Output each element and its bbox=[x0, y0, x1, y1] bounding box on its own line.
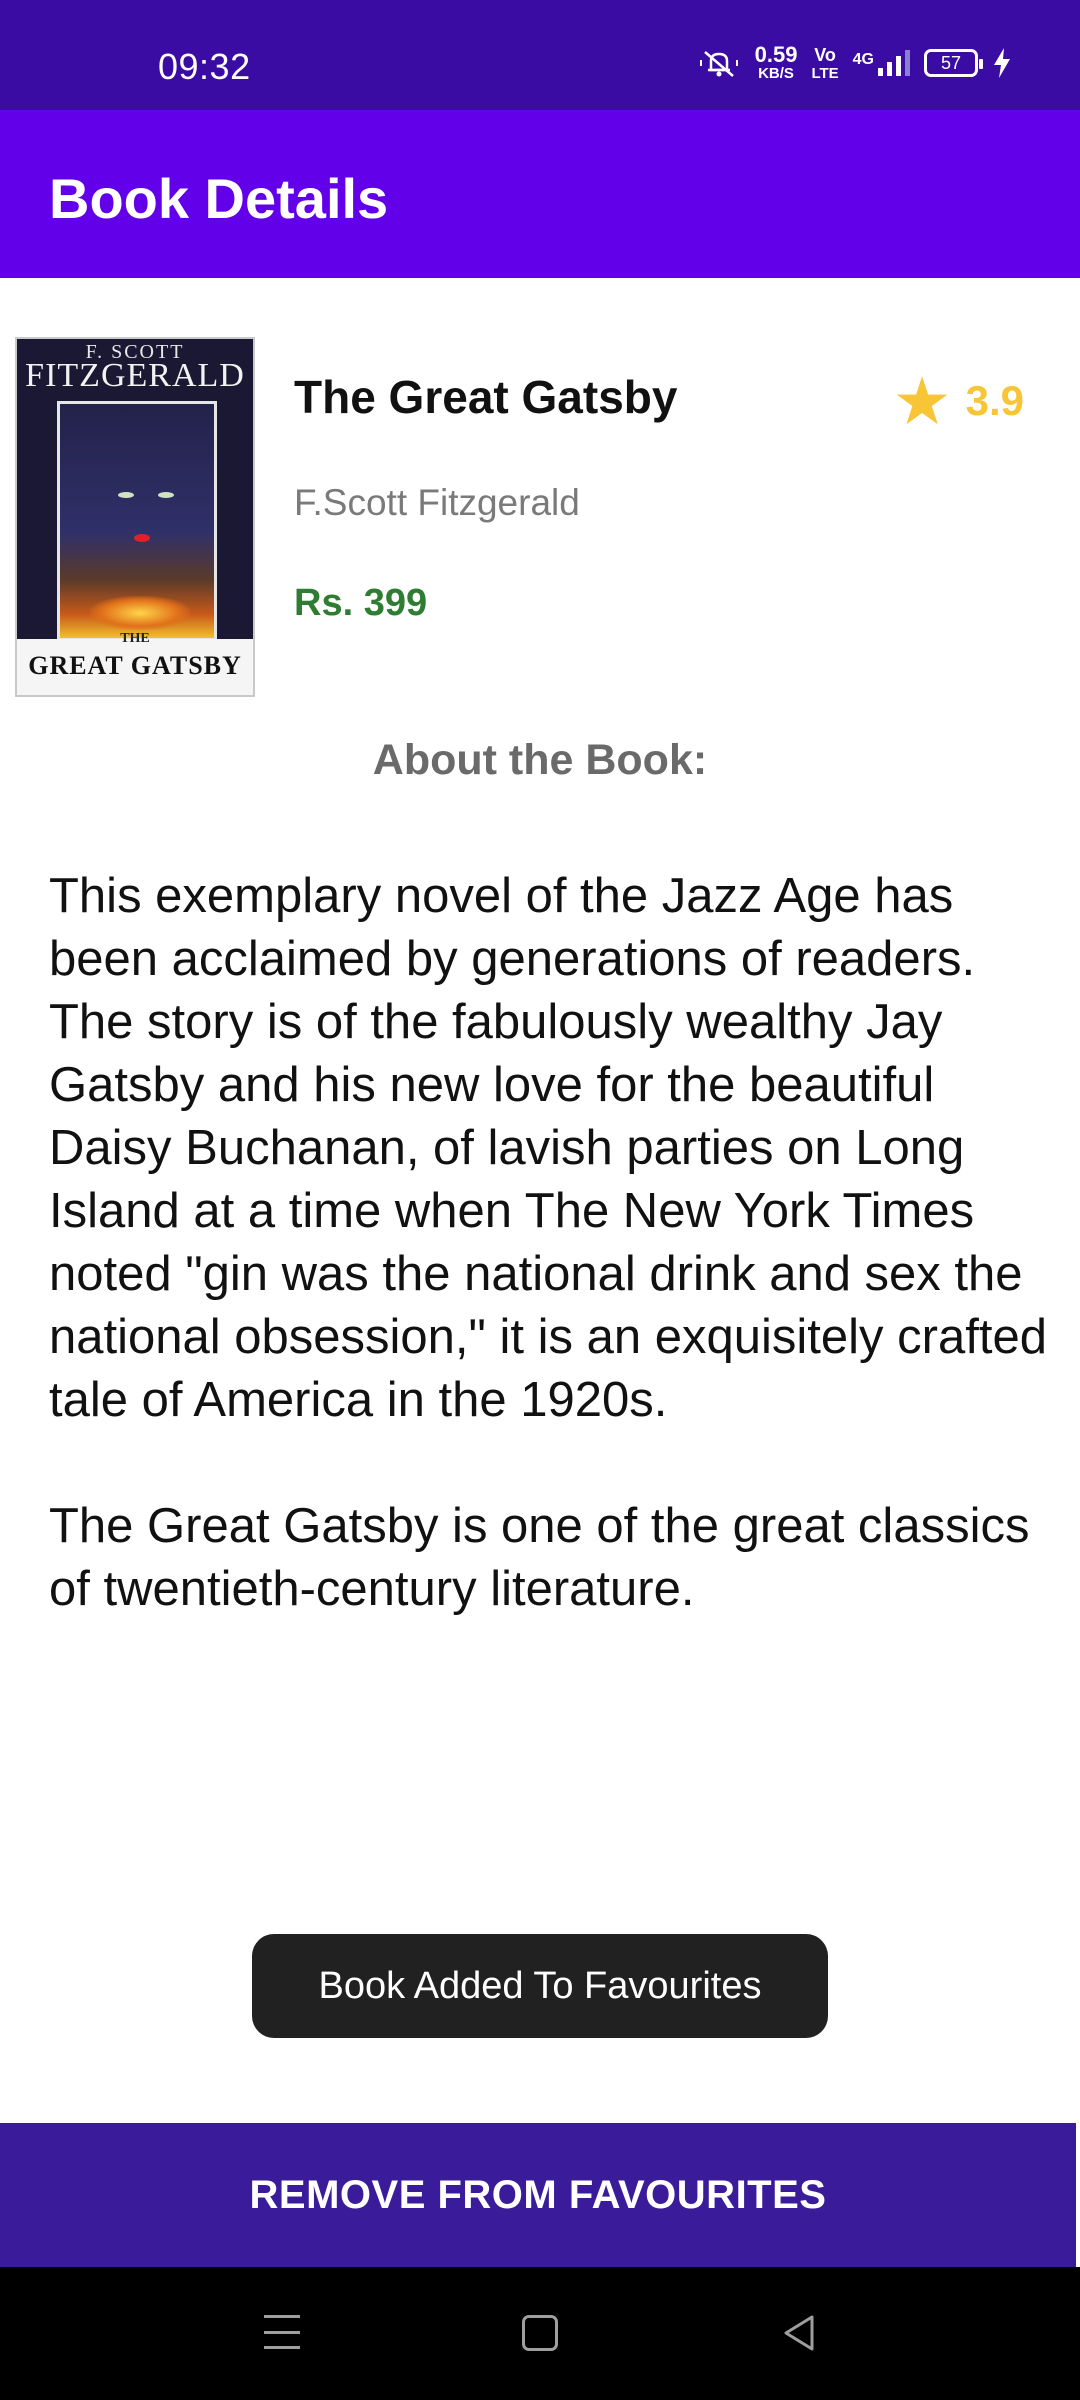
cover-author: FITZGERALD bbox=[25, 357, 245, 394]
signal-bar bbox=[887, 62, 892, 76]
status-icons: 0.59 KB/S Vo LTE 4G 57 bbox=[697, 44, 1012, 82]
menu-icon[interactable] bbox=[264, 2315, 300, 2349]
remove-from-favourites-button[interactable]: REMOVE FROM FAVOURITES bbox=[0, 2123, 1076, 2267]
toast-message: Book Added To Favourites bbox=[252, 1934, 828, 2038]
signal-bar bbox=[896, 56, 901, 76]
volte-top: Vo bbox=[814, 45, 836, 65]
about-description: This exemplary novel of the Jazz Age has… bbox=[49, 869, 1047, 1616]
menu-line bbox=[264, 2330, 300, 2334]
page-title: Book Details bbox=[49, 167, 389, 230]
menu-line bbox=[264, 2346, 300, 2349]
charging-bolt-icon bbox=[994, 48, 1010, 78]
mute-bell-icon bbox=[699, 51, 738, 77]
cover-eye bbox=[118, 492, 134, 498]
star-icon: ★ bbox=[892, 364, 952, 438]
cover-the: THE bbox=[120, 631, 150, 646]
book-cover-image: F. SCOTT FITZGERALD THE GREAT GATSBY bbox=[15, 337, 255, 697]
cover-glow bbox=[90, 596, 190, 630]
book-rating: ★ 3.9 bbox=[892, 368, 1024, 434]
app-bar: Book Details bbox=[0, 110, 1080, 278]
about-heading: About the Book: bbox=[372, 736, 708, 784]
back-icon[interactable] bbox=[780, 2313, 820, 2353]
signal-bar bbox=[905, 50, 910, 76]
battery-icon: 57 bbox=[924, 49, 983, 77]
cover-eye bbox=[158, 492, 174, 498]
signal-bar bbox=[878, 68, 883, 76]
navigation-bar bbox=[0, 2267, 1080, 2400]
home-icon[interactable] bbox=[522, 2315, 558, 2351]
rating-value: 3.9 bbox=[965, 377, 1024, 424]
menu-line bbox=[264, 2315, 300, 2318]
network-speed-unit: KB/S bbox=[758, 65, 794, 82]
status-time: 09:32 bbox=[158, 46, 251, 87]
battery-level: 57 bbox=[940, 52, 962, 73]
status-bar: 09:32 0.59 KB/S Vo LTE 4G 57 bbox=[0, 0, 1080, 110]
volte-indicator: Vo LTE bbox=[811, 44, 838, 82]
cover-artwork bbox=[57, 401, 217, 641]
book-title: The Great Gatsby bbox=[294, 371, 678, 423]
cover-title: GREAT GATSBY bbox=[28, 651, 242, 680]
volte-bottom: LTE bbox=[811, 65, 839, 82]
network-speed: 0.59 KB/S bbox=[755, 44, 798, 82]
cover-lips bbox=[134, 534, 150, 542]
signal-icon: 4G bbox=[853, 50, 910, 76]
book-price: Rs. 399 bbox=[294, 582, 428, 624]
book-author: F.Scott Fitzgerald bbox=[294, 482, 580, 523]
network-speed-value: 0.59 bbox=[754, 42, 798, 67]
network-type: 4G bbox=[852, 51, 874, 68]
